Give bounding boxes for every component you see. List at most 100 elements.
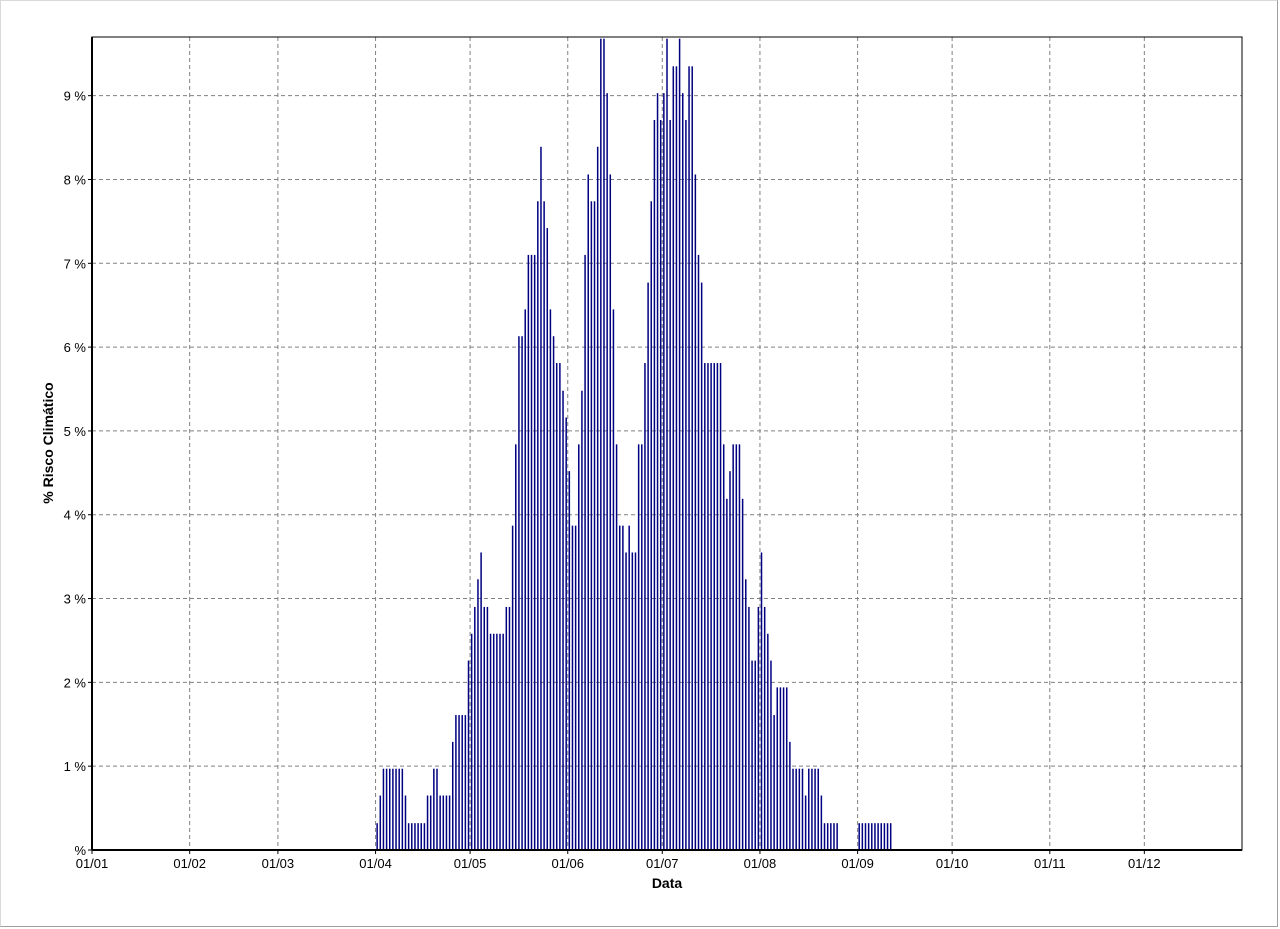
bar — [568, 471, 571, 850]
risk-chart: 01/01 01/02 01/03 01/04 01/05 01/06 01/07 01/08… — [40, 36, 1243, 891]
bar — [782, 687, 785, 850]
bar — [521, 336, 523, 851]
bar — [836, 823, 838, 850]
bar — [726, 498, 728, 850]
bar — [817, 768, 819, 850]
x-tick-label: 01/06 — [551, 856, 584, 871]
bar — [877, 823, 879, 850]
bar — [637, 444, 640, 850]
x-axis-title: Data — [652, 875, 683, 891]
bar — [779, 687, 782, 850]
bar — [659, 119, 662, 851]
bar — [388, 768, 391, 850]
bar — [716, 363, 719, 850]
bar — [552, 336, 555, 851]
y-tick-label: 7 % — [64, 256, 87, 271]
bar — [628, 525, 630, 850]
bar — [452, 741, 454, 850]
bar — [675, 66, 678, 851]
bar — [833, 823, 835, 850]
bar — [414, 823, 416, 850]
bar — [685, 119, 687, 851]
x-axis-ticks: 01/01 01/02 01/03 01/04 01/05 01/06 01/07 01/08… — [76, 850, 1161, 871]
bars — [376, 38, 892, 851]
bar — [763, 606, 766, 850]
bar — [808, 768, 810, 850]
bar — [738, 444, 741, 850]
bar — [404, 795, 407, 850]
bar — [789, 741, 791, 850]
bar — [420, 823, 422, 850]
bar — [760, 552, 763, 850]
bar — [795, 768, 797, 850]
bar — [398, 768, 400, 850]
bar — [483, 606, 486, 850]
bar — [804, 795, 807, 850]
y-tick-label: 4 % — [64, 508, 87, 523]
bar — [874, 823, 876, 850]
bar — [704, 363, 706, 850]
bar — [423, 823, 426, 850]
bar — [555, 363, 558, 850]
bar — [644, 363, 646, 850]
bar — [612, 309, 615, 850]
bar — [486, 606, 489, 850]
bar — [439, 795, 441, 850]
bar — [540, 146, 542, 851]
bar — [581, 390, 583, 850]
bar — [499, 633, 501, 850]
bar — [710, 363, 712, 850]
bar — [697, 254, 700, 851]
bar — [883, 823, 886, 850]
bar — [543, 201, 545, 850]
bar — [448, 795, 451, 850]
bar — [571, 525, 574, 850]
bar — [587, 174, 589, 850]
bar — [609, 174, 612, 850]
bar — [700, 282, 703, 851]
bar — [480, 552, 482, 850]
bar — [745, 579, 747, 850]
bar — [549, 309, 552, 850]
y-tick-label: 6 % — [64, 340, 87, 355]
bar — [578, 444, 580, 850]
bar — [461, 715, 463, 850]
bar — [631, 552, 634, 850]
bar — [719, 363, 722, 850]
bar — [656, 93, 659, 850]
bar — [694, 174, 697, 850]
y-axis-ticks: % 1 % 2 % 3 % 4 % 5 % 6 % 7 % 8 % 9 % — [64, 89, 92, 858]
bar — [382, 768, 385, 850]
bar — [496, 633, 498, 850]
x-tick-label: 01/01 — [76, 856, 109, 871]
bar — [713, 363, 716, 850]
x-tick-label: 01/11 — [1034, 856, 1066, 871]
bar — [458, 715, 460, 850]
bar — [524, 309, 526, 850]
x-tick-label: 01/07 — [646, 856, 679, 871]
bar — [826, 823, 829, 850]
bar — [426, 795, 429, 850]
bar — [858, 823, 860, 850]
bar — [511, 525, 514, 850]
bar — [615, 444, 618, 850]
x-tick-label: 01/05 — [454, 856, 487, 871]
y-axis-title: % Risco Climático — [40, 382, 56, 503]
y-tick-label: % — [74, 843, 86, 858]
bar — [606, 93, 608, 850]
bar — [678, 38, 681, 851]
bar — [379, 795, 382, 850]
bar — [682, 93, 684, 850]
bar — [515, 444, 517, 850]
bar — [666, 38, 668, 851]
bar — [477, 579, 479, 850]
bar — [814, 768, 816, 850]
bar — [584, 254, 586, 851]
bar — [798, 768, 801, 850]
bar — [492, 633, 495, 850]
bar — [672, 66, 675, 851]
bar — [537, 201, 539, 850]
bar — [861, 823, 864, 850]
y-tick-label: 5 % — [64, 424, 87, 439]
bar — [527, 254, 530, 851]
